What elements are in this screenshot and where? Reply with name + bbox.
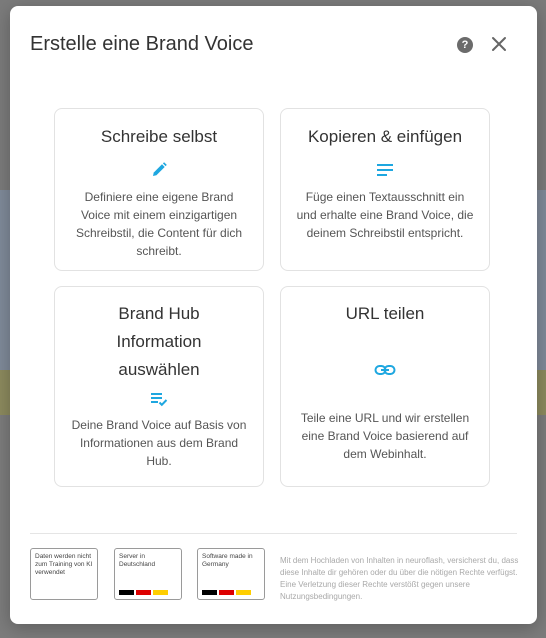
card-title: Schreibe selbst [100,127,218,146]
badge-server-germany: Server in Deutschland [114,548,182,600]
text-lines-icon [377,164,393,176]
card-description: Teile eine URL und wir erstellen eine Br… [300,411,470,461]
card-title: Brand Hub Information auswählen [116,304,202,379]
dialog-title: Erstelle eine Brand Voice [30,33,254,55]
link-icon [374,365,396,375]
card-description: Deine Brand Voice auf Basis von Informat… [71,418,247,468]
option-card-share-url[interactable]: URL teilen Teile eine URL und wir erstel… [280,286,490,487]
badge-software-germany: Software made in Germany [197,548,265,600]
badge-no-ai-training: Daten werden nicht zum Training von KI v… [30,548,98,600]
card-title: Kopieren & einfügen [307,127,463,146]
german-flag-icon [202,590,251,595]
brand-voice-dialog: Erstelle eine Brand Voice ? Schreibe sel… [10,6,537,624]
german-flag-icon [119,590,168,595]
divider [30,533,517,534]
card-description: Definiere eine eigene Brand Voice mit ei… [75,190,243,258]
help-icon[interactable]: ? [457,37,473,53]
list-check-icon [151,393,168,407]
badge-text: Software made in Germany [202,553,253,568]
close-icon[interactable] [489,34,509,54]
option-card-write-yourself[interactable]: Schreibe selbst Definiere eine eigene Br… [54,108,264,271]
option-card-brand-hub[interactable]: Brand Hub Information auswählen Deine Br… [54,286,264,487]
card-title: URL teilen [345,304,425,323]
pencil-icon [153,162,167,176]
card-description: Füge einen Textausschnitt ein und erhalt… [296,190,474,240]
badge-text: Daten werden nicht zum Training von KI v… [35,553,93,576]
badge-text: Server in Deutschland [119,553,156,568]
legal-disclaimer: Mit dem Hochladen von Inhalten in neurof… [280,556,519,601]
option-card-copy-paste[interactable]: Kopieren & einfügen Füge einen Textaussc… [280,108,490,271]
